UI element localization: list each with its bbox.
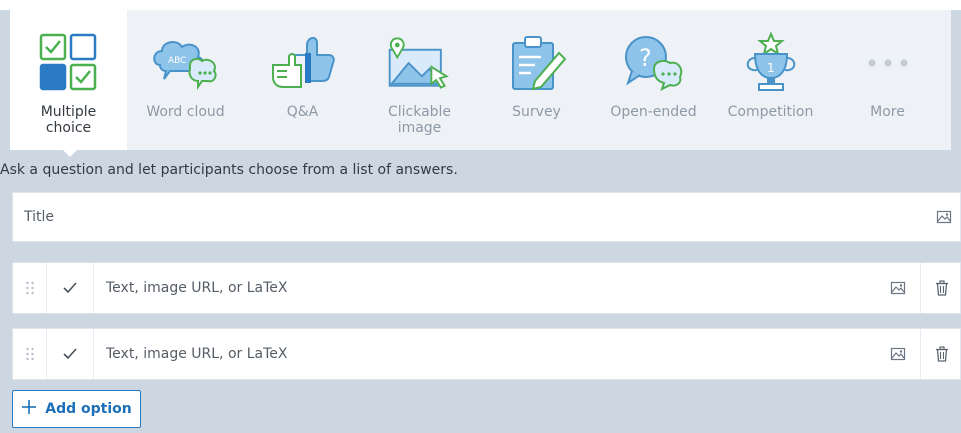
correct-answer-check-icon[interactable]	[47, 263, 94, 313]
type-more[interactable]: More	[829, 10, 946, 150]
type-label: Clickable image	[387, 104, 452, 136]
type-survey[interactable]: Survey	[478, 10, 595, 150]
type-competition[interactable]: 1 Competition	[712, 10, 829, 150]
survey-icon	[501, 32, 573, 94]
open-ended-icon: ?	[618, 32, 690, 94]
type-label: Competition	[727, 104, 814, 120]
type-label: Q&A	[286, 104, 319, 120]
thumbs-icon	[267, 32, 339, 94]
option-input[interactable]: Text, image URL, or LaTeX	[106, 346, 287, 362]
title-placeholder: Title	[24, 209, 55, 225]
trophy-icon: 1	[735, 32, 807, 94]
word-cloud-icon-text: ABC	[168, 56, 186, 66]
type-qa[interactable]: Q&A	[244, 10, 361, 150]
trash-icon[interactable]	[922, 263, 961, 313]
correct-answer-check-icon[interactable]	[47, 329, 94, 379]
type-label: Word cloud	[146, 104, 225, 120]
clickable-image-icon	[384, 32, 456, 94]
question-type-description: Ask a question and let participants choo…	[0, 162, 458, 178]
drag-handle-icon[interactable]	[13, 263, 47, 313]
option-row: Text, image URL, or LaTeX	[12, 328, 961, 380]
question-type-bar: Multiple choice ABC Word cloud Q&A Click…	[10, 10, 951, 150]
word-cloud-icon: ABC	[150, 32, 222, 94]
option-row: Text, image URL, or LaTeX	[12, 262, 961, 314]
type-label: Multiple choice	[40, 104, 97, 136]
type-open-ended[interactable]: ? Open-ended	[595, 10, 712, 150]
more-dots-icon	[852, 32, 924, 94]
type-clickable-image[interactable]: Clickable image	[361, 10, 478, 150]
multiple-choice-icon	[33, 32, 105, 94]
add-option-label: Add option	[45, 401, 132, 417]
trophy-icon-text: 1	[767, 61, 775, 75]
image-icon[interactable]	[875, 329, 921, 379]
top-strip	[0, 0, 961, 10]
type-label: More	[870, 104, 905, 120]
drag-handle-icon[interactable]	[13, 329, 47, 379]
active-type-pointer	[58, 145, 82, 157]
add-option-button[interactable]: Add option	[12, 390, 141, 428]
image-icon[interactable]	[875, 263, 921, 313]
type-multiple-choice[interactable]: Multiple choice	[10, 10, 127, 150]
title-input[interactable]: Title	[12, 192, 961, 242]
type-label: Open-ended	[610, 104, 697, 120]
type-word-cloud[interactable]: ABC Word cloud	[127, 10, 244, 150]
type-label: Survey	[512, 104, 561, 120]
option-input[interactable]: Text, image URL, or LaTeX	[106, 280, 287, 296]
plus-icon	[21, 399, 37, 419]
trash-icon[interactable]	[922, 329, 961, 379]
image-icon[interactable]	[936, 209, 952, 229]
svg-text:?: ?	[639, 44, 652, 72]
